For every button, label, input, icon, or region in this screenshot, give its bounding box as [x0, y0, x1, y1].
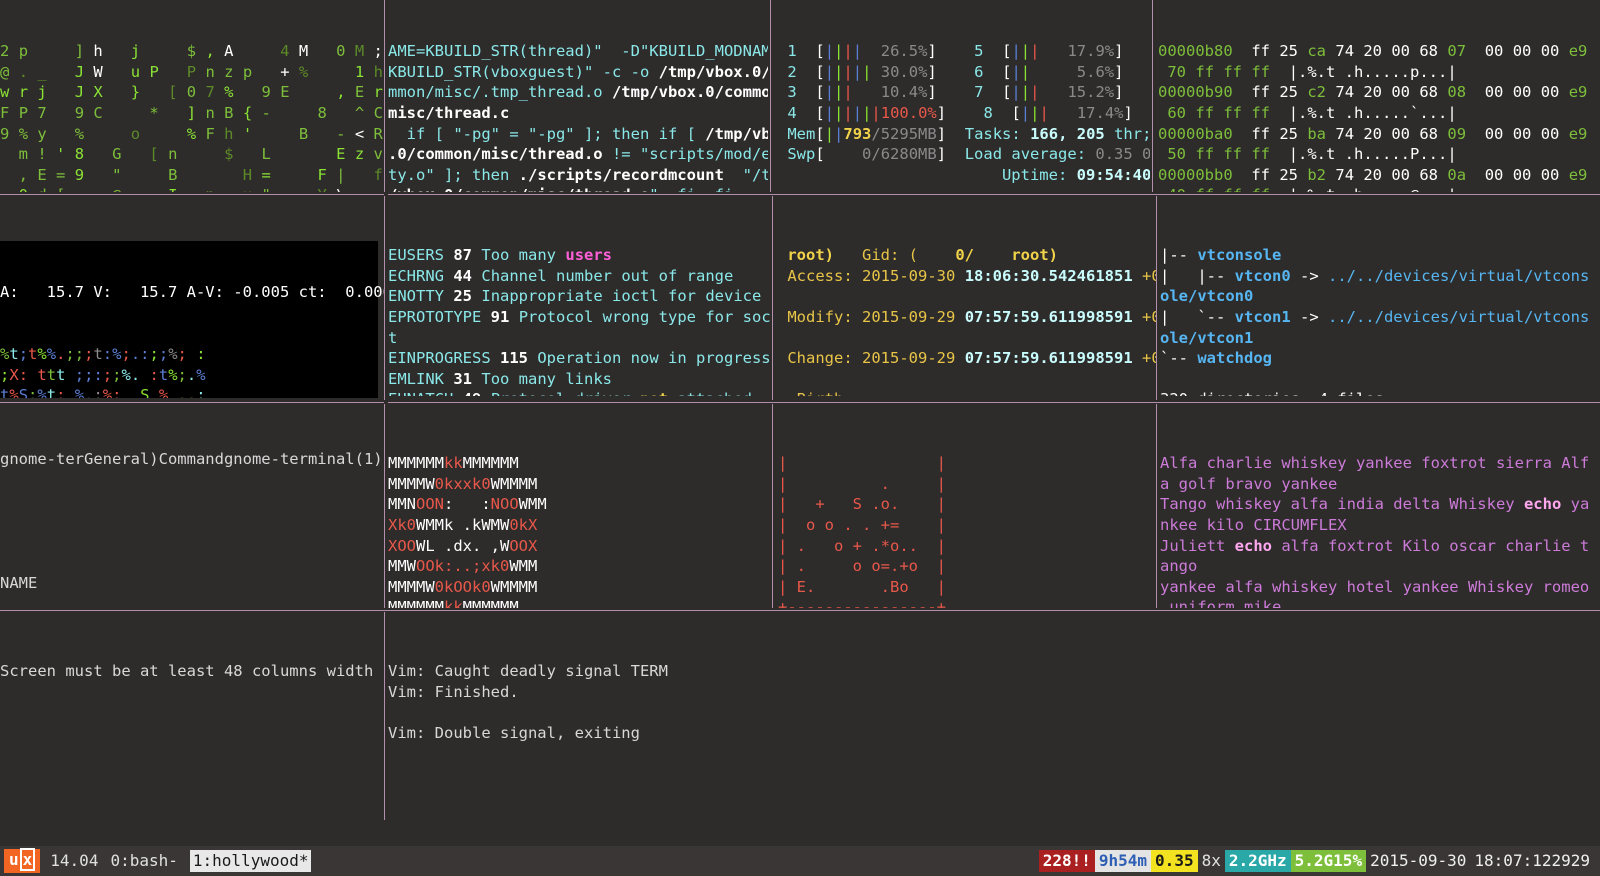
pane-divider-vertical [1152, 0, 1153, 192]
pane-divider-horizontal [388, 402, 1600, 403]
ubuntu-logo-icon: ux [4, 848, 41, 873]
kernel-build-output: AME=KBUILD_STR(thread)" -D"KBUILD_MODNAM… [388, 42, 768, 192]
pane-hexdump[interactable]: 00000b80 ff 25 ca 74 20 00 68 07 00 00 0… [1158, 0, 1600, 192]
cpu-freq-badge: 2.2GHz [1224, 849, 1291, 873]
ubuntu-version-label: 14.04 [50, 850, 99, 870]
status-bar-right: 228!! 9h54m 0.35 8x 2.2GHz 5.2G15% 2015-… [1038, 849, 1600, 873]
man-section-name-title: NAME [0, 573, 38, 592]
status-date: 2015-09-30 [1370, 850, 1467, 870]
tmux-window-1-active[interactable]: 1:hollywood* [189, 849, 312, 873]
uptime-badge: 9h54m [1094, 849, 1152, 873]
pane-ascii-art[interactable]: MMMMMMkkMMMMMM MMMMW0kxxk0WMMMM MMNOON: … [388, 412, 770, 608]
pane-divider-vertical [1156, 404, 1157, 608]
pane-divider-vertical [772, 196, 773, 400]
screen-width-message: Screen must be at least 48 columns width [0, 662, 374, 681]
randomart-output: | | | . | | + S .o. | | o o . . += | | .… [778, 454, 946, 608]
tree-output: |-- vtconsole | |-- vtcon0 -> ../../devi… [1160, 246, 1590, 396]
pane-divider-vertical [772, 404, 773, 608]
hexdump-output: 00000b80 ff 25 ca 74 20 00 68 07 00 00 0… [1158, 42, 1588, 192]
vim-output: Vim: Caught deadly signal TERM Vim: Fini… [388, 662, 668, 742]
status-bar-left: ux 14.04 0:bash- 1:hollywood* [0, 848, 312, 873]
htop-output: 1 [|||| 26.5%] 5 [||| 17.9%] 2 [||||| 30… [787, 42, 1150, 184]
pane-divider-horizontal [388, 194, 1600, 195]
pane-divider-vertical [770, 0, 771, 192]
pane-nato[interactable]: Alfa charlie whiskey yankee foxtrot sier… [1160, 412, 1600, 608]
pane-htop[interactable]: 1 [|||| 26.5%] 5 [||| 17.9%] 2 [||||| 30… [778, 0, 1150, 192]
pane-divider-vertical [384, 0, 385, 192]
logo-letter: u [9, 850, 19, 870]
stat-output: root) Gid: ( 0/ root) Access: 2015-09-30… [787, 246, 1156, 396]
cpu-count-label: 8x [1201, 850, 1221, 870]
mail-count-badge: 228!! [1038, 849, 1095, 873]
errno-output: EUSERS 87 Too many users ECHRNG 44 Chann… [388, 246, 770, 396]
mplayer-status-line: A: 15.7 V: 15.7 A-V: -0.005 ct: 0.000 [0, 282, 384, 303]
memory-badge: 5.2G15% [1290, 849, 1367, 873]
pane-randomart[interactable]: | | | . | | + S .o. | | o o . . += | | .… [778, 412, 1156, 608]
pane-manpage[interactable]: gnome-terGeneral)Commandgnome-terminal(1… [0, 408, 384, 608]
pane-divider-horizontal [0, 194, 384, 195]
man-header: gnome-terGeneral)Commandgnome-terminal(1… [0, 450, 383, 469]
loadavg-badge: 0.35 [1151, 849, 1198, 873]
tmux-session-screen: 2 p ] h j $ , A 4 M 0 M ; A @ . _ J W u … [0, 0, 1600, 876]
pane-divider-vertical [384, 196, 385, 400]
logo-boxed-letter: x [19, 848, 36, 872]
pane-divider-horizontal [0, 402, 384, 403]
pane-errno[interactable]: EUSERS 87 Too many users ECHRNG 44 Chann… [388, 204, 770, 396]
pane-divider-vertical [1156, 196, 1157, 400]
pane-stat[interactable]: root) Gid: ( 0/ root) Access: 2015-09-30… [778, 204, 1156, 396]
nato-output: Alfa charlie whiskey yankee foxtrot sier… [1160, 454, 1590, 608]
pane-cmatrix[interactable]: 2 p ] h j $ , A 4 M 0 M ; A @ . _ J W u … [0, 0, 384, 192]
ascii-art-output: MMMMMMkkMMMMMM MMMMW0kxxk0WMMMM MMNOON: … [388, 454, 547, 608]
mplayer-visualizer: %t;t%%.;;;t:%;.:;;%; : ;X: ttt ;;:;;%. :… [0, 344, 378, 398]
pane-screen-width-warning[interactable]: Screen must be at least 48 columns width [0, 620, 380, 820]
status-time: 18:07:122929 [1474, 850, 1590, 870]
tmux-window-0[interactable]: 0:bash- [110, 851, 177, 872]
pane-mplayer[interactable]: A: 15.7 V: 15.7 A-V: -0.005 ct: 0.000 %t… [0, 200, 384, 398]
pane-divider-vertical [384, 612, 385, 820]
pane-kernel-build[interactable]: AME=KBUILD_STR(thread)" -D"KBUILD_MODNAM… [388, 0, 768, 192]
pane-divider-vertical [384, 404, 385, 608]
cmatrix-output: 2 p ] h j $ , A 4 M 0 M ; A @ . _ J W u … [0, 42, 383, 192]
pane-vim[interactable]: Vim: Caught deadly signal TERM Vim: Fini… [388, 620, 1600, 820]
tmux-status-bar[interactable]: ux 14.04 0:bash- 1:hollywood* 228!! 9h54… [0, 846, 1600, 876]
pane-divider-horizontal [0, 610, 1600, 611]
pane-tree[interactable]: |-- vtconsole | |-- vtcon0 -> ../../devi… [1160, 204, 1600, 396]
